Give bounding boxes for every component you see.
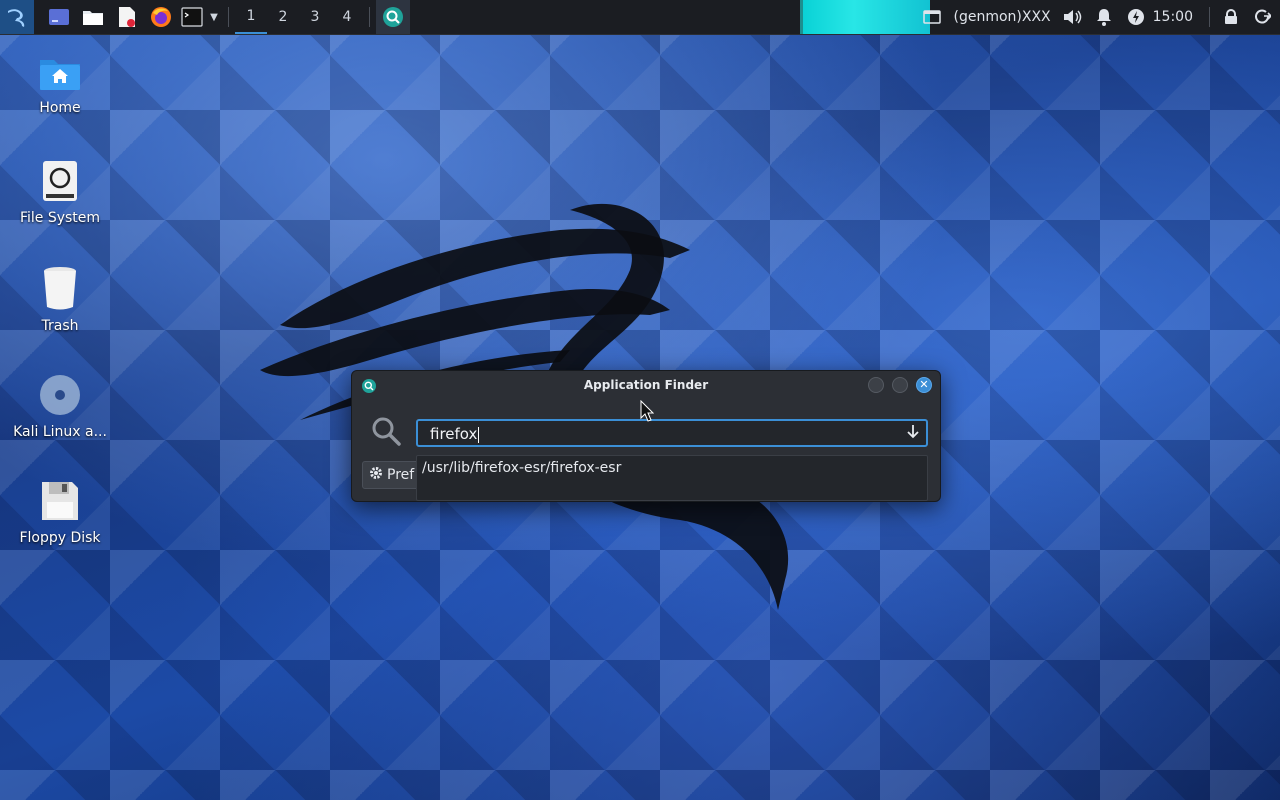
workspace-2[interactable]: 2 — [267, 0, 299, 34]
logout-icon[interactable] — [1246, 0, 1280, 34]
gear-icon — [369, 466, 383, 484]
search-input-value: firefox — [430, 425, 478, 443]
trash-icon — [5, 266, 115, 314]
close-button[interactable]: ✕ — [916, 377, 932, 393]
taskbar-appfinder[interactable] — [376, 0, 410, 34]
mouse-pointer-icon — [640, 400, 654, 422]
power-manager-icon[interactable] — [1121, 0, 1151, 34]
desktop-icon-home[interactable]: Home — [5, 56, 115, 116]
desktop-icon-label: Floppy Disk — [19, 530, 101, 546]
close-icon: ✕ — [919, 378, 929, 391]
floppy-disk-icon — [5, 480, 115, 526]
file-manager-launcher[interactable] — [76, 0, 110, 34]
window-menu-icon[interactable] — [917, 0, 947, 34]
application-finder-window: Application Finder ✕ firefox Pref /usr/l… — [351, 370, 941, 502]
panel-separator — [1209, 7, 1210, 27]
firefox-icon — [151, 7, 171, 27]
volume-icon[interactable] — [1057, 0, 1087, 34]
lock-icon[interactable] — [1216, 0, 1246, 34]
show-desktop-button[interactable] — [42, 0, 76, 34]
cpu-graph[interactable] — [800, 0, 930, 34]
minimize-button[interactable] — [868, 377, 884, 393]
workspace-3[interactable]: 3 — [299, 0, 331, 34]
desktop-icon-filesystem[interactable]: File System — [5, 160, 115, 226]
genmon-label[interactable]: (genmon)XXX — [947, 0, 1056, 34]
text-editor-launcher[interactable] — [110, 0, 144, 34]
firefox-launcher[interactable] — [144, 0, 178, 34]
search-icon — [370, 415, 402, 451]
maximize-button[interactable] — [892, 377, 908, 393]
drive-icon — [5, 160, 115, 206]
notification-bell-icon[interactable] — [1087, 0, 1121, 34]
expand-arrow-icon[interactable] — [906, 424, 920, 444]
terminal-launcher[interactable] — [178, 0, 206, 34]
kali-logo-icon — [8, 9, 25, 27]
kali-menu-button[interactable] — [0, 0, 34, 34]
desktop-icon-label: Kali Linux a... — [13, 424, 107, 440]
desktop-icon-label: Trash — [41, 318, 79, 334]
folder-icon — [83, 11, 103, 25]
home-folder-icon — [5, 56, 115, 96]
preferences-label: Pref — [387, 467, 415, 483]
clock[interactable]: 15:00 — [1151, 0, 1203, 34]
text-cursor — [478, 426, 480, 443]
desktop-icon-label: File System — [19, 210, 101, 226]
desktop-icon-label: Home — [39, 100, 81, 116]
appfinder-icon — [383, 7, 403, 27]
titlebar[interactable]: Application Finder ✕ — [352, 371, 940, 401]
desktop-icon-kali-disk[interactable]: Kali Linux a... — [5, 374, 115, 440]
top-panel: ▼ 1 2 3 4 (genmon)XXX 15:00 — [0, 0, 1280, 35]
panel-separator — [369, 7, 370, 27]
search-input[interactable]: firefox — [416, 419, 928, 447]
completion-item[interactable]: /usr/lib/firefox-esr/firefox-esr — [422, 460, 922, 476]
workspace-4[interactable]: 4 — [331, 0, 363, 34]
text-editor-icon — [119, 7, 135, 27]
desktop-icon-trash[interactable]: Trash — [5, 266, 115, 334]
panel-separator — [228, 7, 229, 27]
completion-list: /usr/lib/firefox-esr/firefox-esr — [416, 455, 928, 501]
optical-disc-icon — [5, 374, 115, 420]
window-title: Application Finder — [583, 378, 709, 392]
workspace-1[interactable]: 1 — [235, 0, 267, 34]
chevron-down-icon[interactable]: ▼ — [206, 0, 222, 34]
desktop-icon — [49, 9, 69, 25]
desktop-icon-floppy[interactable]: Floppy Disk — [5, 480, 115, 546]
terminal-icon — [181, 7, 203, 27]
